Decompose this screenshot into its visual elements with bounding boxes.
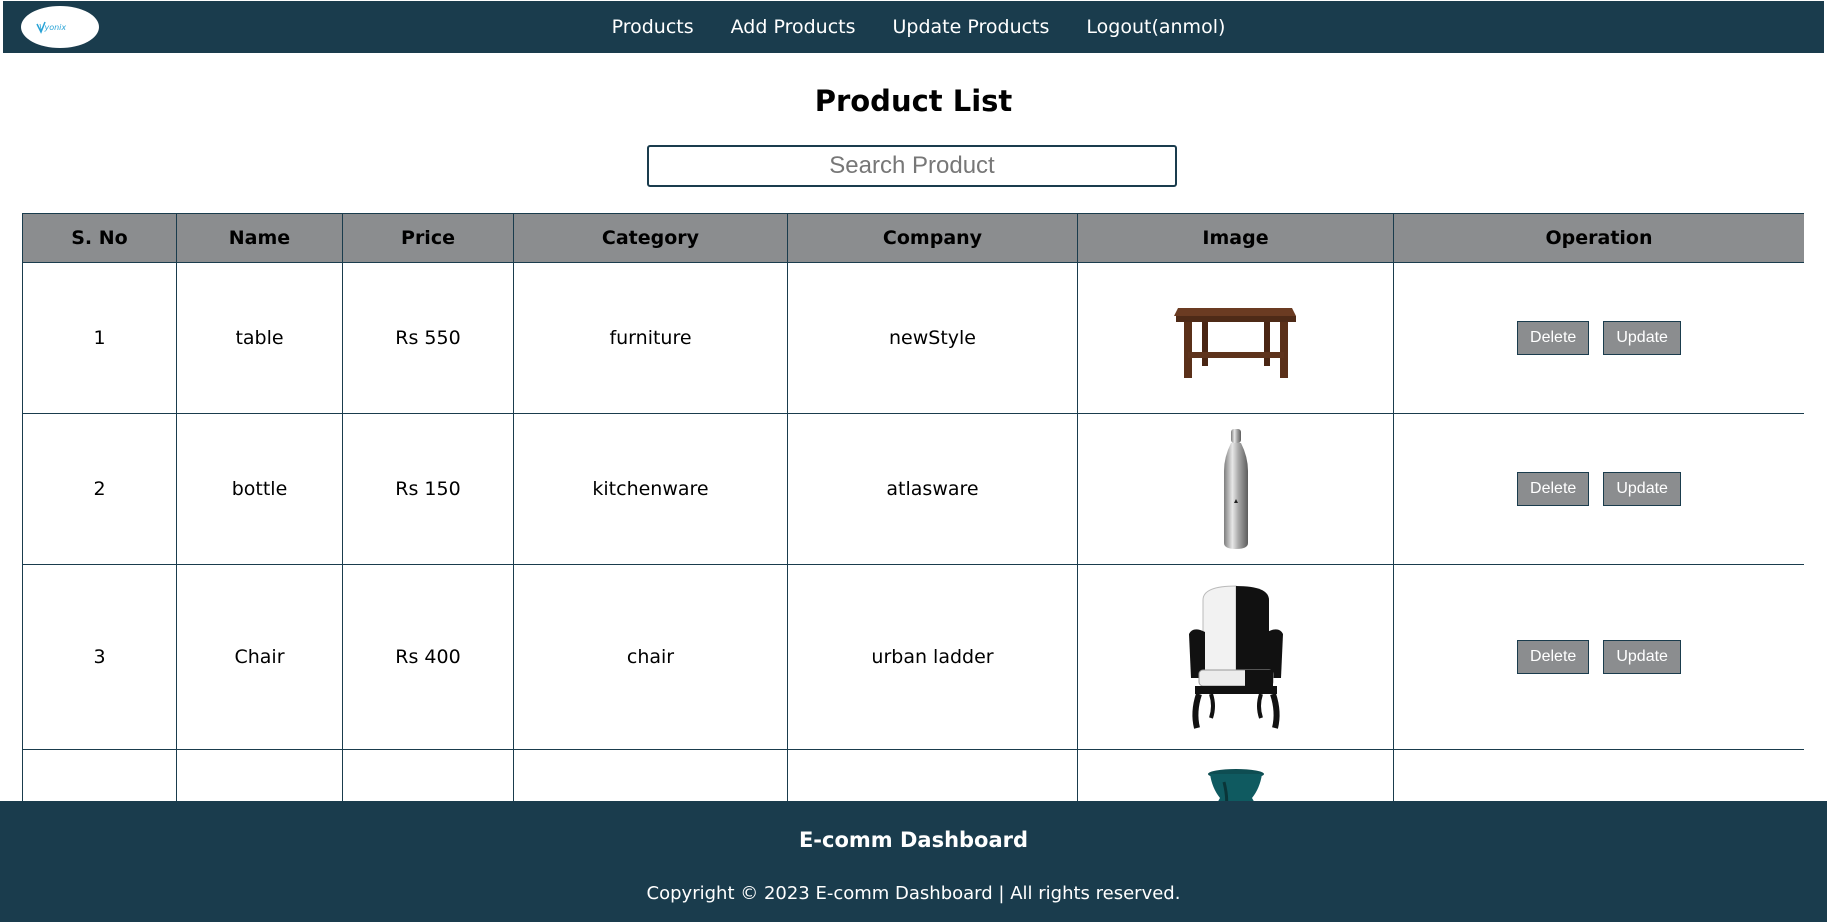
page-title: Product List bbox=[814, 84, 1013, 118]
header-operation: Operation bbox=[1393, 213, 1804, 263]
update-button[interactable]: Update bbox=[1603, 321, 1681, 355]
delete-button[interactable]: Delete bbox=[1517, 640, 1590, 674]
nav-link-logout[interactable]: Logout(anmol) bbox=[1086, 16, 1225, 38]
cell-operation: Delete Update bbox=[1393, 564, 1804, 750]
nav-link-products[interactable]: Products bbox=[612, 16, 694, 38]
table-image bbox=[1173, 308, 1296, 378]
product-table-container: S. No Name Price Category Company Image … bbox=[22, 213, 1804, 801]
cell-name: bottle bbox=[176, 413, 343, 565]
vase-image bbox=[1207, 769, 1264, 801]
table-header-row: S. No Name Price Category Company Image … bbox=[22, 213, 1804, 263]
delete-button[interactable]: Delete bbox=[1517, 472, 1590, 506]
cell-sno: 3 bbox=[22, 564, 177, 750]
header-image: Image bbox=[1077, 213, 1394, 263]
update-button[interactable]: Update bbox=[1603, 472, 1681, 506]
cell-operation: Delete Update bbox=[1393, 262, 1804, 414]
delete-button[interactable]: Delete bbox=[1517, 321, 1590, 355]
cell-operation bbox=[1393, 749, 1804, 801]
table-row: 3 Chair Rs 400 chair urban ladder Delete… bbox=[22, 564, 1804, 750]
header-price: Price bbox=[342, 213, 514, 263]
cell-company bbox=[787, 749, 1078, 801]
cell-image bbox=[1077, 413, 1394, 565]
nav-menu: Products Add Products Update Products Lo… bbox=[3, 1, 1824, 53]
table-row bbox=[22, 749, 1804, 801]
cell-category: chair bbox=[513, 564, 788, 750]
nav-link-update-products[interactable]: Update Products bbox=[893, 16, 1050, 38]
cell-company: atlasware bbox=[787, 413, 1078, 565]
cell-operation: Delete Update bbox=[1393, 413, 1804, 565]
cell-company: urban ladder bbox=[787, 564, 1078, 750]
footer: E-comm Dashboard Copyright © 2023 E-comm… bbox=[0, 801, 1827, 922]
cell-category: kitchenware bbox=[513, 413, 788, 565]
update-button[interactable]: Update bbox=[1603, 640, 1681, 674]
cell-category: furniture bbox=[513, 262, 788, 414]
table-row: 1 table Rs 550 furniture newStyle Delete… bbox=[22, 262, 1804, 414]
top-navbar: Vyonix Products Add Products Update Prod… bbox=[3, 1, 1824, 53]
header-company: Company bbox=[787, 213, 1078, 263]
cell-sno: 1 bbox=[22, 262, 177, 414]
cell-image bbox=[1077, 262, 1394, 414]
cell-sno: 2 bbox=[22, 413, 177, 565]
product-table: S. No Name Price Category Company Image … bbox=[22, 213, 1804, 801]
cell-company: newStyle bbox=[787, 262, 1078, 414]
footer-copyright: Copyright © 2023 E-comm Dashboard | All … bbox=[646, 883, 1181, 904]
table-row: 2 bottle Rs 150 kitchenware atlasware De… bbox=[22, 413, 1804, 565]
search-input[interactable] bbox=[647, 145, 1177, 187]
nav-link-add-products[interactable]: Add Products bbox=[731, 16, 856, 38]
header-name: Name bbox=[176, 213, 343, 263]
chair-image bbox=[1188, 585, 1283, 729]
cell-image bbox=[1077, 749, 1394, 801]
cell-price: Rs 400 bbox=[342, 564, 514, 750]
bottle-image bbox=[1223, 429, 1248, 549]
header-sno: S. No bbox=[22, 213, 177, 263]
footer-title: E-comm Dashboard bbox=[798, 828, 1029, 852]
cell-price: Rs 550 bbox=[342, 262, 514, 414]
cell-name: Chair bbox=[176, 564, 343, 750]
cell-price bbox=[342, 749, 514, 801]
cell-sno bbox=[22, 749, 177, 801]
cell-price: Rs 150 bbox=[342, 413, 514, 565]
cell-name bbox=[176, 749, 343, 801]
header-category: Category bbox=[513, 213, 788, 263]
cell-category bbox=[513, 749, 788, 801]
cell-name: table bbox=[176, 262, 343, 414]
cell-image bbox=[1077, 564, 1394, 750]
